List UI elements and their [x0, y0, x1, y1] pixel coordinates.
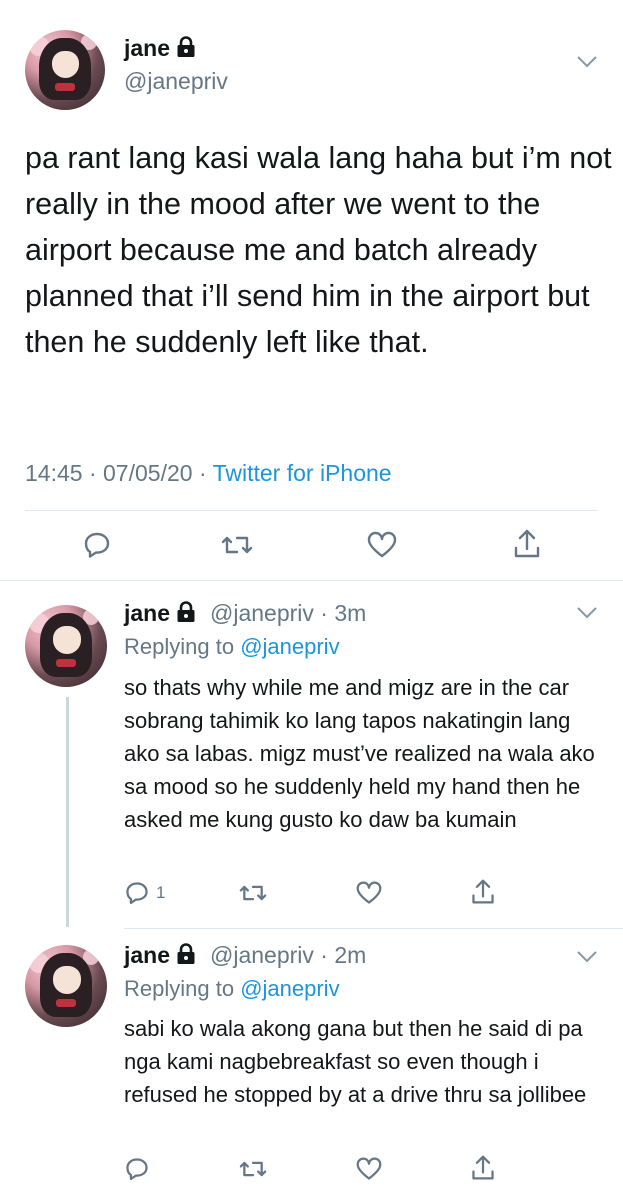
- share-icon: [472, 879, 494, 904]
- thread-line: [66, 697, 69, 927]
- divider: [124, 928, 623, 929]
- reply-button[interactable]: [124, 1156, 156, 1182]
- retweet-button[interactable]: [238, 1156, 268, 1182]
- author-name[interactable]: jane: [124, 35, 196, 62]
- retweet-button[interactable]: [238, 880, 268, 906]
- like-button[interactable]: [366, 530, 398, 560]
- heart-icon: [356, 1157, 382, 1180]
- replying-to-link[interactable]: @janepriv: [240, 976, 339, 1001]
- share-button[interactable]: [470, 1154, 496, 1182]
- reply-icon: [126, 882, 148, 905]
- tweet-date: 07/05/20: [103, 460, 193, 486]
- tweet-meta: 14:45 · 07/05/20 · Twitter for iPhone: [25, 460, 392, 486]
- like-button[interactable]: [355, 1156, 383, 1182]
- share-button[interactable]: [470, 878, 496, 906]
- author-handle-time[interactable]: @janepriv · 2m: [210, 942, 366, 969]
- reply-icon: [84, 532, 110, 558]
- avatar[interactable]: [25, 605, 107, 687]
- tweet-text: sabi ko wala akong gana but then he said…: [124, 1016, 587, 1107]
- share-icon: [514, 529, 540, 558]
- author-name[interactable]: jane: [124, 600, 196, 627]
- chevron-down-icon[interactable]: [576, 606, 598, 620]
- lock-icon: [177, 601, 195, 622]
- retweet-button[interactable]: [220, 530, 254, 560]
- share-icon: [472, 1155, 494, 1180]
- like-button[interactable]: [355, 880, 383, 906]
- lock-icon: [177, 943, 195, 964]
- divider: [25, 510, 598, 511]
- chevron-down-icon[interactable]: [576, 950, 598, 964]
- reply-icon: [126, 1158, 148, 1181]
- replying-to: Replying to @janepriv: [124, 976, 340, 1001]
- chevron-down-icon[interactable]: [576, 55, 598, 69]
- retweet-icon: [239, 1161, 267, 1177]
- tweet-time: 14:45: [25, 460, 83, 486]
- tweet-source[interactable]: Twitter for iPhone: [213, 460, 392, 486]
- author-handle-time[interactable]: @janepriv · 3m: [210, 600, 366, 627]
- author-handle[interactable]: @janepriv: [124, 68, 228, 95]
- avatar[interactable]: [25, 30, 105, 110]
- reply-count: 1: [156, 883, 166, 902]
- replying-to-link[interactable]: @janepriv: [240, 634, 339, 659]
- author-name[interactable]: jane: [124, 942, 196, 969]
- reply-button[interactable]: 1: [124, 880, 165, 906]
- heart-icon: [356, 881, 382, 904]
- replying-to: Replying to @janepriv: [124, 634, 340, 659]
- tweet-text: so thats why while me and migz are in th…: [124, 675, 595, 832]
- retweet-icon: [239, 885, 267, 901]
- lock-icon: [177, 36, 195, 57]
- retweet-icon: [221, 536, 253, 554]
- heart-icon: [367, 531, 397, 558]
- divider: [0, 580, 623, 581]
- tweet-text: pa rant lang kasi wala lang haha but i’m…: [25, 141, 612, 359]
- share-button[interactable]: [512, 528, 542, 560]
- avatar[interactable]: [25, 945, 107, 1027]
- reply-button[interactable]: [82, 530, 112, 560]
